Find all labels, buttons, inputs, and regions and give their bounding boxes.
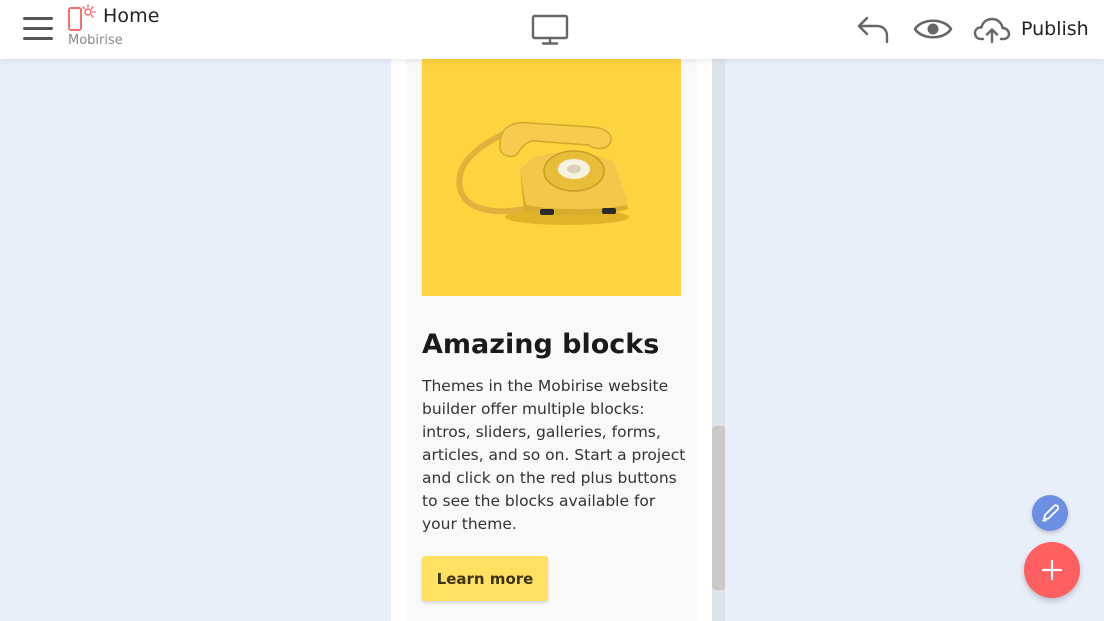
learn-more-button[interactable]: Learn more xyxy=(422,556,548,601)
preview-scrollbar[interactable] xyxy=(712,59,725,621)
undo-arrow-icon[interactable] xyxy=(855,12,891,46)
eye-icon[interactable] xyxy=(912,12,954,46)
top-toolbar: Home Mobirise Publish xyxy=(0,0,1104,59)
page-title[interactable]: Home xyxy=(103,5,160,27)
menu-line xyxy=(23,17,53,20)
add-block-button[interactable] xyxy=(1024,542,1080,598)
pencil-icon xyxy=(1042,504,1060,522)
feature-card: Amazing blocks Themes in the Mobirise we… xyxy=(406,59,697,621)
scrollbar-thumb[interactable] xyxy=(712,426,725,590)
cloud-upload-icon xyxy=(973,17,1011,44)
card-image xyxy=(422,59,681,296)
edit-styles-button[interactable] xyxy=(1032,495,1068,531)
card-title: Amazing blocks xyxy=(422,329,660,360)
mobirise-logo-icon xyxy=(68,4,96,31)
publish-label: Publish xyxy=(1021,18,1089,40)
card-description: Themes in the Mobirise website builder o… xyxy=(422,377,686,533)
plus-icon xyxy=(1041,559,1063,581)
mobile-preview-frame: Amazing blocks Themes in the Mobirise we… xyxy=(391,59,725,621)
site-name: Mobirise xyxy=(68,33,123,48)
telephone-image xyxy=(422,59,681,296)
desktop-monitor-icon[interactable] xyxy=(530,12,570,46)
menu-line xyxy=(23,27,53,30)
publish-button[interactable]: Publish xyxy=(973,10,1089,48)
menu-line xyxy=(23,37,53,40)
hamburger-menu-icon[interactable] xyxy=(18,12,58,46)
